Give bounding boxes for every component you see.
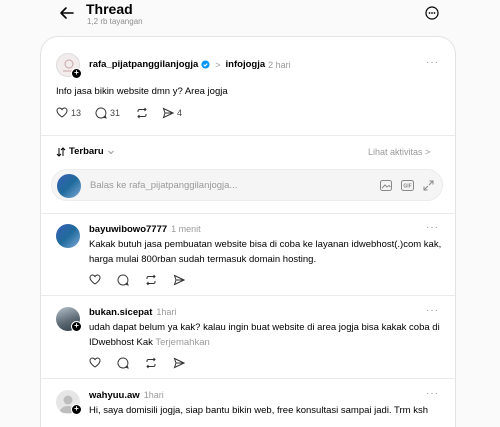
post-header: rafa_pijatpanggilanjogja > infojogja 2 h… (89, 59, 291, 70)
divider (41, 378, 455, 379)
reply-header: wahyuu.aw 1hari (89, 390, 164, 401)
follow-plus-icon[interactable]: + (71, 68, 82, 79)
reply-more-icon[interactable]: ··· (426, 305, 439, 316)
share-count: 4 (177, 108, 183, 118)
divider (41, 135, 455, 136)
sort-icon (56, 146, 66, 157)
reply-actions (89, 357, 185, 369)
follow-plus-icon[interactable]: + (71, 404, 82, 415)
community-name[interactable]: infojogja (226, 59, 266, 70)
sort-dropdown[interactable]: Terbaru (56, 146, 115, 157)
thread-card: + rafa_pijatpanggilanjogja > infojogja 2… (40, 36, 456, 427)
reply-input[interactable]: Balas ke rafa_pijatpanggilanjogja... (90, 180, 237, 191)
post-text: Info jasa bikin website dmn y? Area jogj… (56, 86, 228, 97)
chevron-down-icon (107, 150, 114, 154)
reply-text: Kakak butuh jasa pembuatan website bisa … (89, 239, 442, 265)
svg-text:GIF: GIF (403, 184, 411, 190)
reply-username[interactable]: wahyuu.aw (89, 390, 140, 401)
reply-avatar[interactable] (56, 224, 80, 248)
divider (41, 213, 455, 214)
separator: > (215, 59, 221, 70)
reply-box[interactable]: Balas ke rafa_pijatpanggilanjogja... GIF (51, 169, 443, 201)
heart-icon (56, 107, 68, 118)
view-activity-link[interactable]: Lihat aktivitas > (368, 147, 430, 157)
reply-time: 1 menit (171, 224, 201, 234)
back-arrow-icon[interactable] (58, 4, 76, 22)
share-icon[interactable] (173, 357, 185, 369)
verified-icon (201, 60, 210, 69)
follow-plus-icon[interactable]: + (71, 321, 82, 332)
reply-text: Hi, saya domisili jogja, siap bantu biki… (89, 405, 428, 416)
expand-icon[interactable] (423, 180, 434, 191)
page-title: Thread (86, 1, 133, 17)
reply-time: 1hari (143, 390, 164, 400)
current-user-avatar (57, 174, 81, 198)
comment-icon[interactable] (117, 357, 129, 369)
comment-icon (95, 107, 107, 119)
heart-icon[interactable] (89, 357, 101, 368)
repost-icon[interactable] (145, 357, 157, 369)
divider (41, 295, 455, 296)
comment-icon[interactable] (117, 274, 129, 286)
reply-more-icon[interactable]: ··· (426, 222, 439, 233)
share-button[interactable]: 4 (162, 107, 182, 119)
repost-icon[interactable] (145, 274, 157, 286)
reply-username[interactable]: bayuwibowo7777 (89, 224, 167, 235)
comment-button[interactable]: 31 (95, 107, 120, 119)
image-icon[interactable] (380, 180, 392, 191)
view-count: 1,2 rb tayangan (87, 17, 143, 26)
gif-icon[interactable]: GIF (401, 180, 414, 191)
like-count: 13 (71, 107, 82, 118)
post-username[interactable]: rafa_pijatpanggilanjogja (89, 59, 198, 70)
reply-more-icon[interactable]: ··· (426, 388, 439, 399)
post-time: 2 hari (268, 59, 291, 70)
translate-link[interactable]: Terjemahkan (155, 337, 209, 348)
like-button[interactable]: 13 (56, 107, 81, 118)
reply-text: udah dapat belum ya kak? kalau ingin bua… (89, 320, 444, 350)
sort-label: Terbaru (69, 146, 104, 157)
share-icon[interactable] (173, 274, 185, 286)
post-more-icon[interactable]: ··· (426, 57, 439, 68)
header: Thread 1,2 rb tayangan (0, 0, 500, 36)
reply-username[interactable]: bukan.sicepat (89, 307, 152, 318)
repost-icon (137, 107, 147, 119)
reply-header: bayuwibowo7777 1 menit (89, 224, 201, 235)
more-circle-icon[interactable] (425, 6, 439, 20)
heart-icon[interactable] (89, 274, 101, 285)
repost-button[interactable] (136, 107, 148, 119)
share-icon (162, 107, 174, 119)
reply-text-content: udah dapat belum ya kak? kalau ingin bua… (89, 322, 440, 348)
reply-header: bukan.sicepat 1hari (89, 307, 176, 318)
reply-time: 1hari (156, 307, 177, 317)
reply-actions (89, 274, 185, 286)
comment-count: 31 (110, 108, 121, 118)
